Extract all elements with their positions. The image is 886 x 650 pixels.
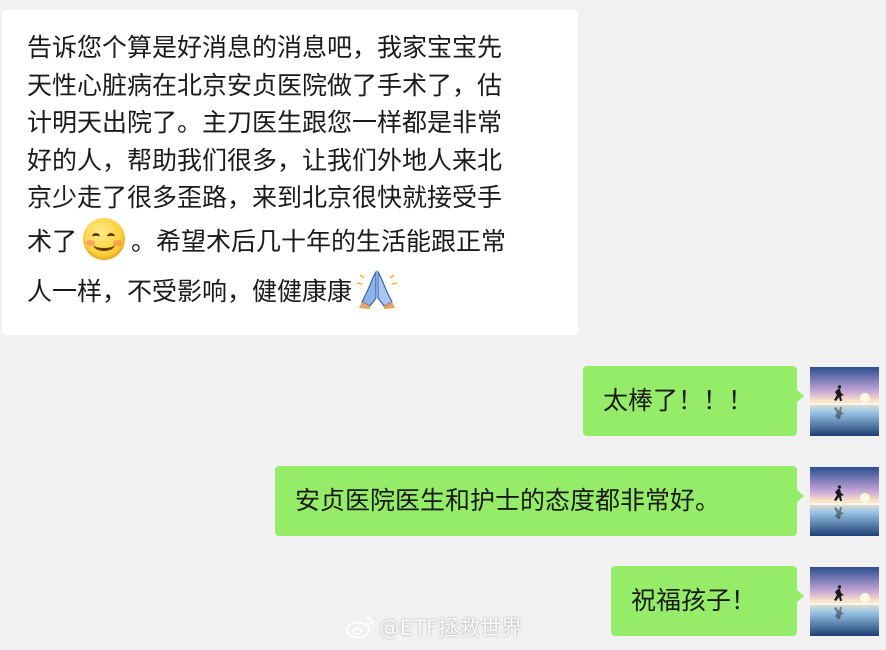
folded-hands-emoji-icon xyxy=(356,269,398,309)
avatar-runner-sunset-image xyxy=(810,367,879,436)
outgoing-message-row: 太棒了！！！ xyxy=(0,366,886,436)
outgoing-message-bubble[interactable]: 祝福孩子！ xyxy=(611,566,804,636)
incoming-message-text: 告诉您个算是好消息的消息吧，我家宝宝先 天性心脏病在北京安贞医院做了手术了，估 … xyxy=(27,29,564,317)
message-line: 术了 。希望术后几十年的生活能跟正常 xyxy=(27,217,564,267)
outgoing-message-text: 太棒了！！！ xyxy=(603,386,754,415)
message-text-segment: 术了 xyxy=(27,226,78,256)
avatar-runner-sunset-image xyxy=(810,567,879,636)
outgoing-message-bubble[interactable]: 安贞医院医生和护士的态度都非常好。 xyxy=(275,466,804,536)
watermark-text: @ETF拯救世界 xyxy=(379,616,523,640)
message-line: 好的人，帮助我们很多，让我们外地人来北 xyxy=(27,145,503,175)
user-avatar[interactable] xyxy=(810,567,879,636)
message-line: 告诉您个算是好消息的消息吧，我家宝宝先 xyxy=(27,33,503,62)
message-text-segment: 人一样，不受影响，健健康康 xyxy=(27,276,353,306)
outgoing-message-text: 祝福孩子！ xyxy=(631,586,757,615)
message-line: 人一样，不受影响，健健康康 xyxy=(27,267,564,317)
user-avatar[interactable] xyxy=(810,367,879,436)
user-avatar[interactable] xyxy=(810,467,879,536)
avatar-runner-sunset-image xyxy=(810,467,879,536)
watermark: @ETF拯救世界 xyxy=(345,612,522,642)
message-text-segment: 。希望术后几十年的生活能跟正常 xyxy=(131,226,507,256)
weibo-icon xyxy=(346,617,374,639)
smile-emoji-icon xyxy=(83,217,126,260)
outgoing-message-text: 安贞医院医生和护士的态度都非常好。 xyxy=(295,486,721,515)
message-line: 京少走了很多歪路，来到北京很快就接受手 xyxy=(27,183,503,212)
message-line: 天性心脏病在北京安贞医院做了手术了，估 xyxy=(27,70,503,100)
outgoing-message-row: 安贞医院医生和护士的态度都非常好。 xyxy=(0,466,886,536)
outgoing-message-bubble[interactable]: 太棒了！！！ xyxy=(583,366,804,436)
incoming-message-bubble[interactable]: 告诉您个算是好消息的消息吧，我家宝宝先 天性心脏病在北京安贞医院做了手术了，估 … xyxy=(2,10,578,335)
message-line: 计明天出院了。主刀医生跟您一样都是非常 xyxy=(27,108,503,137)
